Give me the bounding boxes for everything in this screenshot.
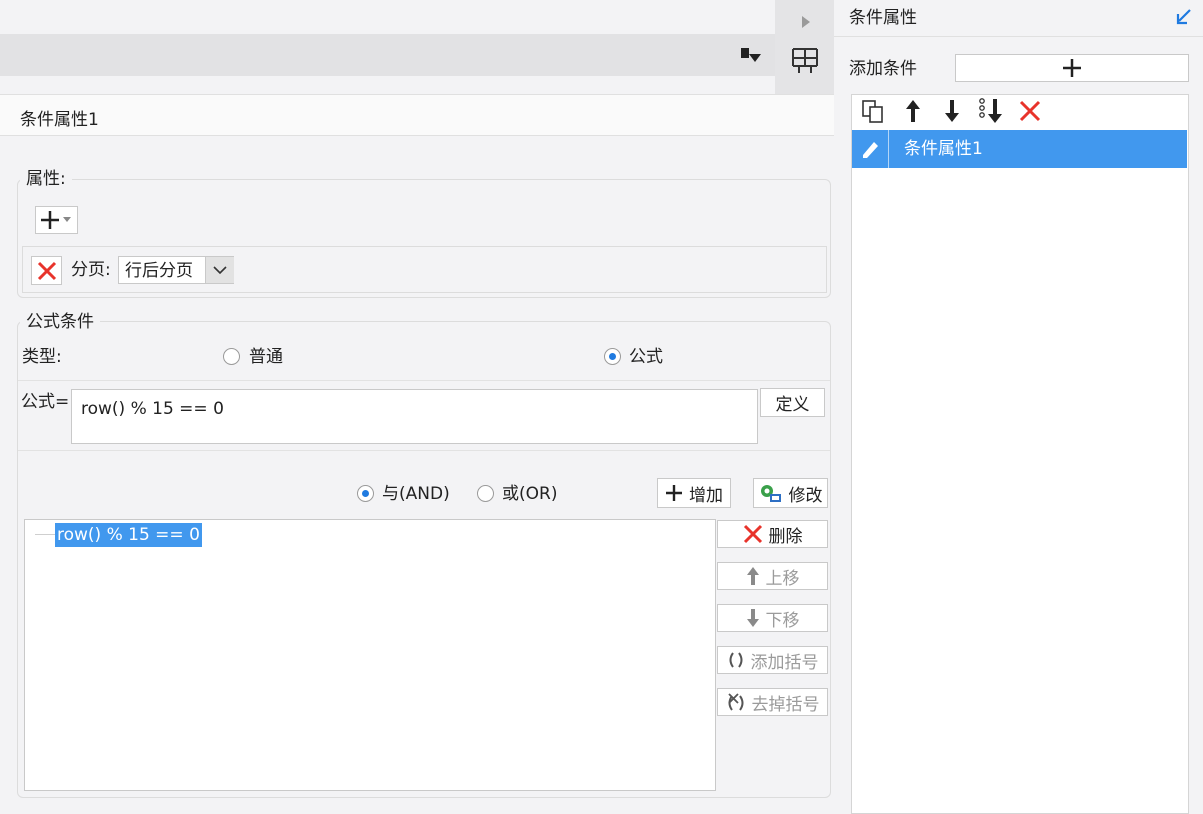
collapse-arrow-icon[interactable] <box>800 14 812 28</box>
formula-group-title: 公式条件 <box>20 311 100 333</box>
property-group-title: 属性: <box>20 168 72 190</box>
list-item-label: 条件属性1 <box>904 139 983 159</box>
formula-label: 公式= <box>21 392 70 412</box>
edit-pencil-icon <box>853 131 887 167</box>
add-condition-button[interactable] <box>955 54 1189 82</box>
chevron-down-icon <box>63 217 71 222</box>
delete-condition-icon[interactable] <box>1019 100 1041 122</box>
condition-grid-icon[interactable] <box>790 46 820 74</box>
list-item[interactable]: 条件属性1 <box>852 130 1187 168</box>
red-x-icon <box>743 524 762 544</box>
bracket-icon <box>729 652 742 668</box>
modify-button[interactable]: 修改 <box>753 478 828 508</box>
type-label: 类型: <box>22 347 62 367</box>
chevron-down-icon[interactable] <box>205 257 234 283</box>
modify-icon <box>760 485 781 502</box>
move-down-button-label: 下移 <box>765 610 800 631</box>
move-up-button-label: 上移 <box>765 568 800 589</box>
remove-bracket-button[interactable]: 去掉括号 <box>717 688 828 716</box>
pagination-label: 分页: <box>71 260 111 280</box>
radio-and-label: 与(AND) <box>382 484 450 504</box>
remove-bracket-button-label: 去掉括号 <box>751 694 820 715</box>
add-condition-label: 添加条件 <box>849 59 917 79</box>
right-panel-title: 条件属性 <box>849 8 917 28</box>
dropdown-corner-icon[interactable] <box>740 47 762 65</box>
tree-connector <box>35 534 55 535</box>
define-button-label: 定义 <box>775 395 810 415</box>
formula-input[interactable]: row() % 15 == 0 <box>71 389 758 444</box>
delete-property-button[interactable] <box>31 256 62 285</box>
divider <box>834 36 1203 37</box>
page-title: 条件属性1 <box>20 110 99 130</box>
arrow-up-icon[interactable] <box>904 99 922 123</box>
tree-item[interactable]: row() % 15 == 0 <box>55 523 202 547</box>
move-to-bottom-icon[interactable] <box>978 97 1004 125</box>
plus-icon <box>666 485 682 501</box>
move-up-button[interactable]: 上移 <box>717 562 828 590</box>
arrow-down-icon <box>746 609 759 627</box>
remove-bracket-icon <box>727 693 743 711</box>
define-button[interactable]: 定义 <box>760 388 825 417</box>
delete-button[interactable]: 删除 <box>717 520 828 548</box>
add-bracket-button-label: 添加括号 <box>750 652 819 673</box>
add-bracket-button[interactable]: 添加括号 <box>717 646 828 674</box>
toolbar-strip <box>0 34 775 76</box>
divider <box>18 450 830 451</box>
top-bar <box>0 0 775 34</box>
red-x-icon <box>37 261 56 280</box>
expand-arrow-icon[interactable] <box>1175 8 1193 26</box>
radio-or-label: 或(OR) <box>502 484 558 504</box>
pagination-select[interactable]: 行后分页 <box>118 256 234 284</box>
modify-button-label: 修改 <box>788 485 823 506</box>
radio-or[interactable] <box>477 485 494 502</box>
radio-formula-label: 公式 <box>629 347 663 367</box>
divider <box>888 130 889 168</box>
plus-icon <box>1063 59 1081 77</box>
radio-formula[interactable] <box>604 348 621 365</box>
add-button-label: 增加 <box>689 485 723 506</box>
divider <box>18 380 830 381</box>
move-down-button[interactable]: 下移 <box>717 604 828 632</box>
radio-normal-label: 普通 <box>249 347 283 367</box>
condition-list-panel <box>851 94 1189 814</box>
add-button[interactable]: 增加 <box>657 478 731 508</box>
radio-normal[interactable] <box>223 348 240 365</box>
copy-icon[interactable] <box>861 99 887 125</box>
radio-and[interactable] <box>357 485 374 502</box>
arrow-down-icon[interactable] <box>943 99 961 123</box>
plus-icon <box>41 211 59 229</box>
add-property-button[interactable] <box>35 206 78 234</box>
condition-tree[interactable]: row() % 15 == 0 <box>24 519 716 791</box>
pagination-select-value: 行后分页 <box>125 261 193 281</box>
delete-button-label: 删除 <box>768 526 803 547</box>
arrow-up-icon <box>746 567 759 585</box>
condition-header: 条件属性1 <box>0 94 834 136</box>
